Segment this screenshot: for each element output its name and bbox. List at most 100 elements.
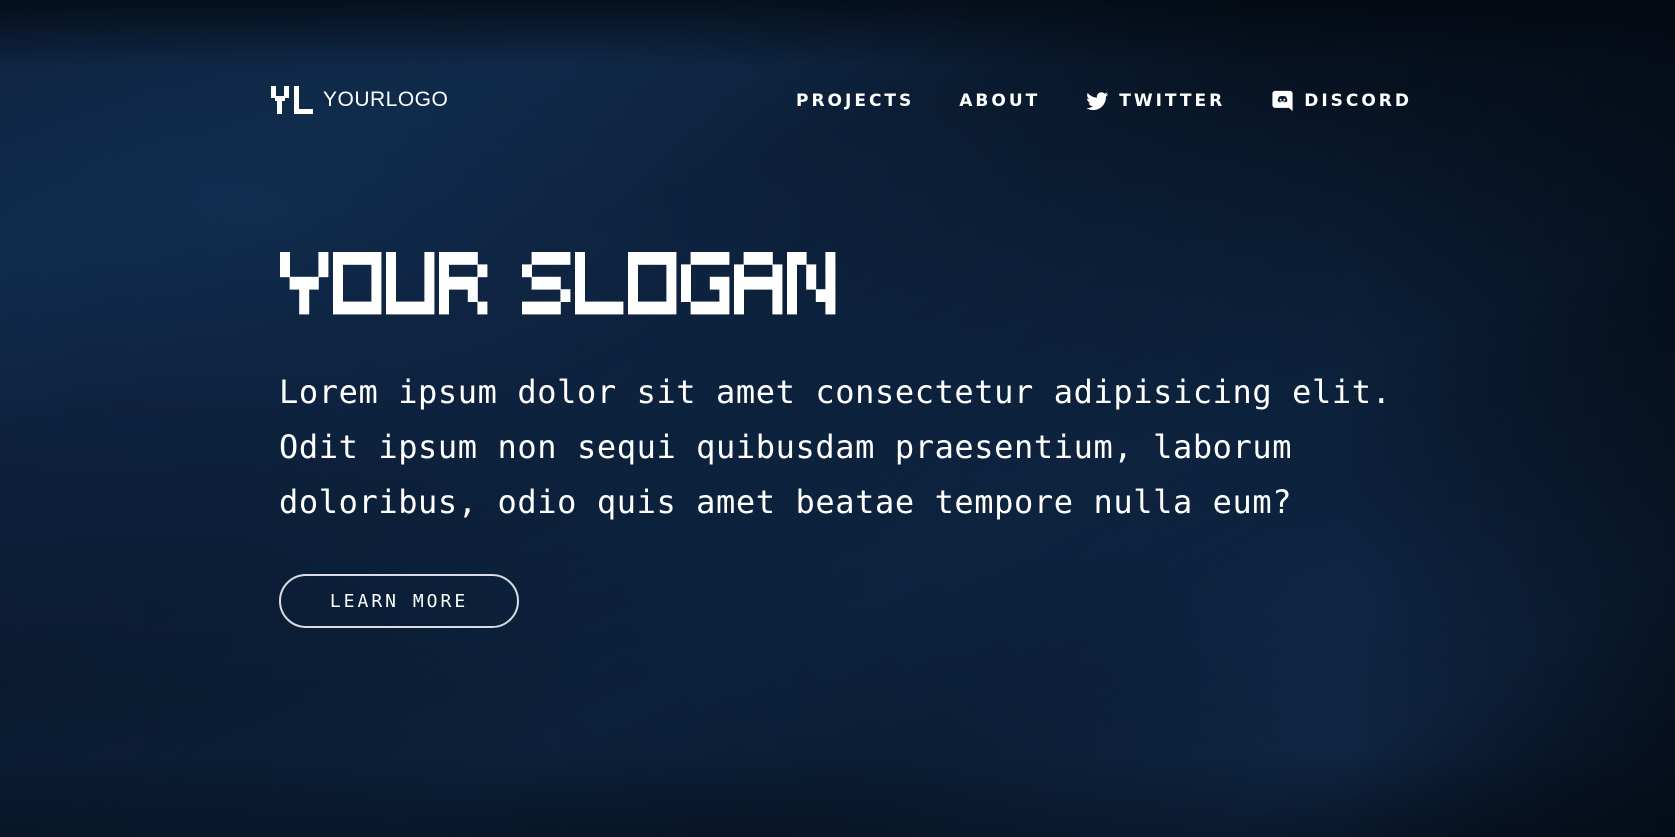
slogan-pixel-text (280, 252, 836, 315)
nav-link-discord[interactable]: DISCORD (1270, 90, 1412, 112)
slogan-pixel (825, 289, 836, 302)
slogan-pixel (656, 252, 667, 265)
slogan-pixel (815, 289, 826, 302)
slogan-pixel (280, 264, 290, 278)
slogan-pixel (628, 289, 638, 302)
slogan-pixel (439, 252, 449, 265)
slogan-pixel (637, 252, 648, 265)
slogan-pixel (753, 276, 764, 290)
slogan-pixel (386, 252, 396, 265)
slogan-pixel (371, 276, 382, 290)
slogan-pixel (575, 301, 585, 315)
slogan-pixel (628, 264, 638, 278)
slogan-pixel (458, 276, 469, 290)
slogan-pixel (289, 276, 300, 290)
slogan-pixel (666, 301, 677, 315)
slogan-pixel (448, 252, 459, 265)
slogan-pixel (772, 276, 783, 290)
slogan-pixel (299, 301, 310, 315)
slogan-pixel (666, 276, 677, 290)
slogan-pixel (719, 276, 730, 290)
slogan-pixel (734, 276, 744, 290)
slogan-pixel (772, 264, 783, 278)
slogan-pixel (541, 276, 552, 290)
slogan-pixel (666, 264, 677, 278)
slogan-pixel (681, 264, 691, 278)
slogan-pixel (700, 301, 711, 315)
logo-text: YOURLOGO (323, 88, 449, 111)
slogan-pixel (743, 276, 754, 290)
description-line-2: Odit ipsum non sequi quibusdam praesenti… (279, 428, 1293, 466)
slogan-pixel (560, 289, 571, 302)
logo-link[interactable]: YOURLOGO (271, 86, 448, 114)
slogan-pixel (719, 252, 730, 265)
learn-more-button[interactable]: LEARN MORE (279, 574, 519, 628)
slogan-pixel (575, 289, 585, 302)
slogan-pixel (681, 289, 691, 302)
slogan-pixel (531, 276, 542, 290)
slogan-pixel (386, 264, 396, 278)
slogan-pixel (522, 264, 532, 278)
slogan-pixel (448, 276, 459, 290)
nav-link-projects[interactable]: PROJECTS (796, 91, 914, 111)
slogan-pixel (787, 276, 797, 290)
slogan-pixel (333, 289, 343, 302)
slogan-pixel (628, 301, 638, 315)
slogan-pixel (700, 252, 711, 265)
slogan-pixel (531, 301, 542, 315)
slogan-pixel (709, 301, 720, 315)
slogan-pixel (280, 252, 290, 265)
slogan-pixel (371, 252, 382, 265)
slogan-pixel (333, 252, 343, 265)
slogan-pixel (299, 289, 310, 302)
slogan-pixel (318, 264, 329, 278)
twitter-icon (1086, 92, 1109, 111)
slogan-pixel (424, 264, 435, 278)
slogan-pixel (560, 252, 571, 265)
slogan-pixel (690, 252, 701, 265)
slogan-pixel (787, 289, 797, 302)
slogan-pixel (405, 301, 416, 315)
slogan-pixel (772, 289, 783, 302)
slogan-pixel (342, 252, 353, 265)
slogan-pixel (342, 301, 353, 315)
slogan-pixel (386, 276, 396, 290)
nav-label-projects: PROJECTS (796, 91, 915, 111)
slogan-pixel (414, 301, 425, 315)
slogan-pixel (531, 252, 542, 265)
slogan-pixel (439, 301, 449, 315)
slogan-pixel (743, 252, 754, 265)
description-line-1: Lorem ipsum dolor sit amet consectetur a… (279, 373, 1392, 411)
nav-link-twitter[interactable]: TWITTER (1085, 90, 1225, 112)
slogan-pixel (467, 252, 478, 265)
nav-link-about[interactable]: ABOUT (959, 91, 1040, 111)
slogan-pixel (787, 264, 797, 278)
slogan-pixel (439, 264, 449, 278)
hero-slogan: YOUR SLOGAN (280, 250, 840, 316)
nav-label-about: ABOUT (959, 91, 1041, 111)
slogan-pixel (628, 252, 638, 265)
slogan-pixel (719, 301, 730, 315)
slogan-pixel (734, 289, 744, 302)
slogan-pixel (333, 264, 343, 278)
discord-icon (1272, 90, 1293, 112)
slogan-pixel (352, 252, 363, 265)
slogan-pixel (681, 276, 691, 290)
slogan-pixel (361, 252, 372, 265)
slogan-pixel (690, 301, 701, 315)
slogan-pixel (458, 252, 469, 265)
slogan-pixel (594, 301, 605, 315)
slogan-pixel (734, 264, 744, 278)
slogan-pixel (424, 276, 435, 290)
slogan-pixel (386, 289, 396, 302)
slogan-pixel (541, 252, 552, 265)
slogan-pixel (825, 252, 836, 265)
slogan-pixel (361, 301, 372, 315)
pixel-yl-logo-icon (271, 86, 313, 114)
slogan-pixel (371, 301, 382, 315)
slogan-pixel (719, 289, 730, 302)
hero-description: Lorem ipsum dolor sit amet consectetur a… (279, 365, 1429, 530)
slogan-pixel (762, 276, 773, 290)
slogan-pixel (333, 276, 343, 290)
slogan-pixel (753, 252, 764, 265)
